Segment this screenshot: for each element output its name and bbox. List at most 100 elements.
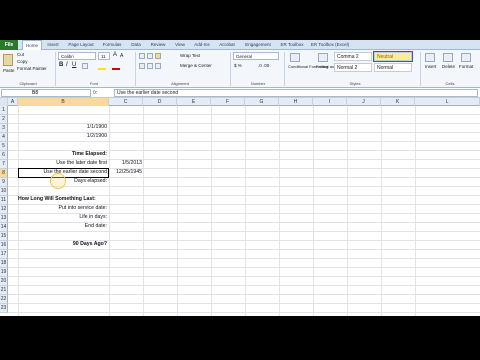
formula-input[interactable]: Use the earlier date second [114,89,478,97]
decimal-icons[interactable]: .0 .00 [258,63,269,68]
row-header-22[interactable]: 22 [0,295,8,304]
cell-b16[interactable]: 90 Days Ago? [18,241,107,247]
currency-icon[interactable]: $ % [234,63,242,68]
column-header-b[interactable]: B [18,98,109,106]
cell-a11[interactable]: How Long Will Something Last: [18,196,96,202]
number-format-box[interactable]: General [233,52,279,60]
merge-center-button[interactable]: Merge & Center [180,63,212,68]
align-right-icon[interactable] [155,63,161,69]
tab-er-toolbox-excel[interactable]: ER Toolbox (Excel) [310,40,350,50]
row-header-14[interactable]: 14 [0,223,8,232]
column-header-h[interactable]: H [279,98,313,106]
column-header-d[interactable]: D [143,98,177,106]
cell-b3[interactable]: 1/1/1900 [18,124,107,130]
align-middle-icon[interactable] [147,53,153,59]
copy-button[interactable]: Copy [17,59,28,64]
tab-data[interactable]: Data [128,40,144,50]
tab-er-toolbox[interactable]: ER Toolbox [278,40,306,50]
tab-file[interactable]: File [0,40,18,50]
row-header-20[interactable]: 20 [0,277,8,286]
style-normal-2[interactable]: Normal 2 [334,63,372,72]
row-header-12[interactable]: 12 [0,205,8,214]
row-header-2[interactable]: 2 [0,115,8,124]
fill-color-icon[interactable] [98,68,106,70]
paste-label[interactable]: Paste [3,68,15,73]
column-header-l[interactable]: L [415,98,480,106]
row-header-19[interactable]: 19 [0,268,8,277]
column-header-g[interactable]: G [245,98,279,106]
align-center-icon[interactable] [147,63,153,69]
cell-b12[interactable]: Put into service date: [18,205,107,211]
row-header-8[interactable]: 8 [0,169,8,178]
tab-formulas[interactable]: Formulas [100,40,124,50]
bold-icon[interactable]: B [59,62,63,68]
increase-font-icon[interactable]: A [113,52,117,58]
tab-add-ins[interactable]: Add-Ins [192,40,212,50]
cut-button[interactable]: Cut [17,52,24,57]
row-header-4[interactable]: 4 [0,133,8,142]
cell-b6[interactable]: Time Elapsed: [18,151,107,157]
row-header-3[interactable]: 3 [0,124,8,133]
underline-icon[interactable]: U [72,62,76,68]
row-header-18[interactable]: 18 [0,259,8,268]
paste-icon[interactable] [3,54,13,66]
font-color-icon[interactable] [112,68,120,70]
format-as-table-icon[interactable] [318,53,328,62]
cell-b7[interactable]: Use the later date first [18,160,107,166]
insert-cells-icon[interactable] [425,53,435,62]
row-header-15[interactable]: 15 [0,232,8,241]
style-normal[interactable]: Normal [374,63,412,72]
format-painter-button[interactable]: Format Painter [17,66,47,71]
row-header-5[interactable]: 5 [0,142,8,151]
cell-b14[interactable]: End date: [18,223,107,229]
cell-c8[interactable]: 12/25/1945 [109,169,142,175]
delete-button[interactable]: Delete [442,64,455,69]
insert-button[interactable]: Insert [425,64,436,69]
align-top-icon[interactable] [139,53,145,59]
row-header-16[interactable]: 16 [0,241,8,250]
style-comma-2[interactable]: Comma 2 [334,52,372,61]
name-box[interactable]: B8 [1,89,91,97]
tab-review[interactable]: Review [148,40,168,50]
column-header-c[interactable]: C [109,98,143,106]
style-neutral[interactable]: Neutral [373,51,413,62]
select-all-corner[interactable] [0,98,8,106]
wrap-text-button[interactable]: Wrap Text [180,53,200,58]
font-name-box[interactable]: Calibri [58,52,96,60]
font-size-box[interactable]: 11 [98,52,110,60]
tab-insert[interactable]: Insert [44,40,62,50]
row-header-11[interactable]: 11 [0,196,8,205]
worksheet-grid[interactable]: A B C D E F G H I J K L 1 2 3 4 5 6 7 8 9 10 11 12 1… [0,98,480,316]
delete-cells-icon[interactable] [443,53,453,62]
column-header-f[interactable]: F [211,98,245,106]
row-header-13[interactable]: 13 [0,214,8,223]
conditional-formatting-icon[interactable] [290,53,300,62]
cell-b4[interactable]: 1/2/1900 [18,133,107,139]
column-header-i[interactable]: I [313,98,347,106]
cell-c7[interactable]: 1/5/2013 [109,160,142,166]
borders-icon[interactable] [82,63,88,69]
italic-icon[interactable]: I [66,62,68,68]
cell-b13[interactable]: Life in days: [18,214,107,220]
row-header-23[interactable]: 23 [0,304,8,313]
row-header-10[interactable]: 10 [0,187,8,196]
format-button[interactable]: Format [459,64,473,69]
row-header-9[interactable]: 9 [0,178,8,187]
tab-engagement[interactable]: Engagement [242,40,274,50]
row-header-7[interactable]: 7 [0,160,8,169]
tab-view[interactable]: View [172,40,188,50]
row-header-6[interactable]: 6 [0,151,8,160]
row-header-21[interactable]: 21 [0,286,8,295]
tab-acrobat[interactable]: Acrobat [216,40,238,50]
tab-page-layout[interactable]: Page Layout [66,40,96,50]
column-header-j[interactable]: J [347,98,381,106]
align-bottom-icon[interactable] [155,53,161,59]
row-header-1[interactable]: 1 [0,106,8,115]
format-cells-icon[interactable] [461,53,471,62]
decrease-font-icon[interactable]: A [120,53,123,59]
column-header-a[interactable]: A [8,98,18,106]
column-header-k[interactable]: K [381,98,415,106]
column-header-e[interactable]: E [177,98,211,106]
align-left-icon[interactable] [139,63,145,69]
fx-icon[interactable]: fx [93,88,113,98]
